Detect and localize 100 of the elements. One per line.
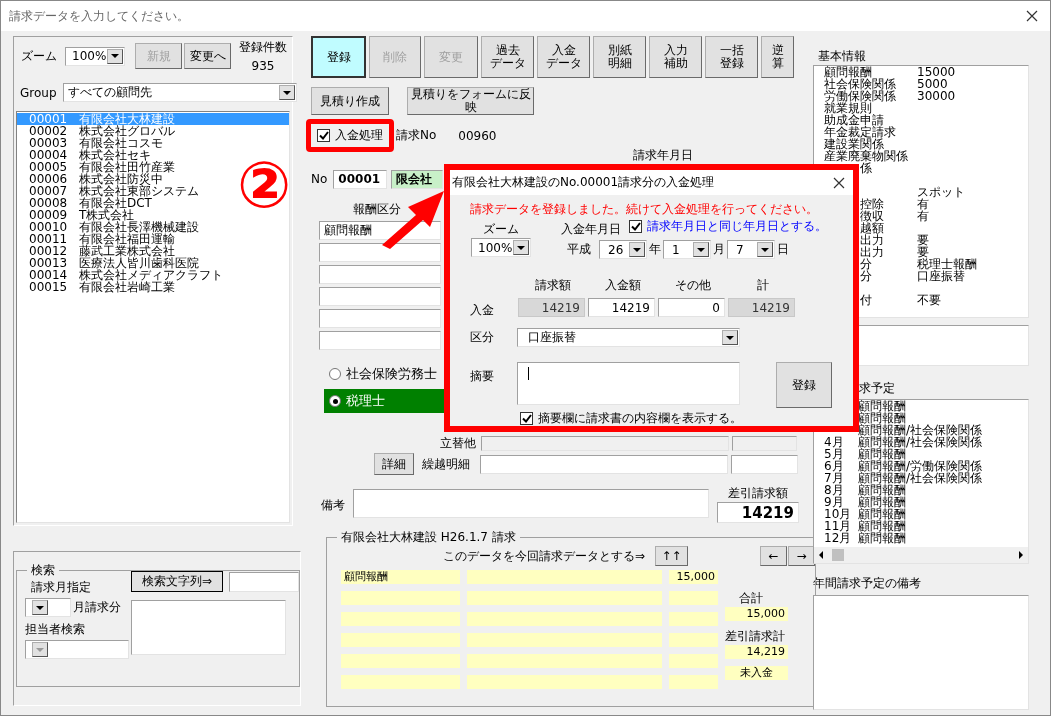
dropdown-button[interactable]	[107, 48, 123, 64]
client-row[interactable]: 00014 株式会社メディアクラフト	[17, 269, 289, 281]
close-icon[interactable]	[833, 176, 845, 189]
register-button[interactable]: 登録	[776, 362, 832, 408]
dropdown-button[interactable]	[693, 242, 709, 257]
toolbar-button[interactable]: 過去 データ	[481, 36, 534, 78]
memo-field[interactable]	[353, 489, 709, 518]
fee-field[interactable]	[319, 265, 441, 284]
fee-field[interactable]	[319, 309, 441, 328]
amount-cell	[669, 591, 718, 605]
net-label: 差引請求額	[728, 485, 788, 502]
estimate-button[interactable]: 見積り作成	[311, 87, 389, 115]
info-label: 越額	[859, 222, 885, 234]
month-select[interactable]: 1	[663, 240, 711, 259]
schedule-entry: 顧問報酬	[858, 532, 906, 544]
detail-button[interactable]: 詳細	[374, 453, 414, 475]
info-value: スポット	[917, 186, 965, 198]
client-row[interactable]: 00011 有限会社福田運輸	[17, 233, 289, 245]
count-value: 935	[251, 59, 275, 73]
column-header: その他	[674, 277, 712, 294]
info-label: 係	[860, 162, 872, 174]
dropdown-button[interactable]	[513, 240, 529, 255]
checkbox-label: 摘要欄に請求書の内容欄を表示する。	[538, 410, 742, 427]
checkbox[interactable]	[629, 220, 642, 233]
caret-icon	[36, 647, 44, 652]
schedule-entry: 顧問報酬	[858, 412, 906, 424]
fee-field[interactable]	[319, 287, 441, 306]
carryover-field[interactable]	[480, 454, 728, 474]
dialog-title: 有限会社大林建設のNo.00001請求分の入金処理	[452, 174, 715, 191]
no-label: No	[311, 172, 328, 186]
move-up-button[interactable]: ↑↑	[655, 546, 689, 566]
change-button[interactable]: 変更へ	[184, 43, 231, 69]
no-field: 00001	[333, 169, 388, 189]
info-value: 口座振替	[917, 270, 965, 282]
month-label: 4月	[824, 436, 845, 448]
month-select[interactable]	[25, 598, 71, 617]
amount-cell	[669, 675, 718, 689]
amount-field[interactable]: 14219	[588, 298, 655, 317]
caret-icon	[761, 247, 769, 252]
zoom-select[interactable]: 100%	[65, 46, 125, 66]
info-label: 年金裁定請求	[824, 126, 897, 138]
column-header: 入金額	[604, 277, 642, 294]
summary-label: 摘要	[470, 368, 495, 385]
checkbox[interactable]	[520, 412, 533, 425]
caret-icon	[726, 335, 734, 340]
toolbar-button[interactable]: 逆 算	[761, 36, 794, 78]
client-row[interactable]: 00013 医療法人皆川歯科医院	[17, 257, 289, 269]
dialog-message: 請求データを登録しました。続けて入金処理を行ってください。	[470, 202, 818, 216]
estimate-button[interactable]: 見積りをフォームに反映	[407, 87, 534, 115]
toolbar-button[interactable]: 一括 登録	[705, 36, 758, 78]
dropdown-button[interactable]	[757, 242, 773, 257]
dropdown-button[interactable]	[278, 85, 295, 100]
zoom-label: ズーム	[483, 221, 519, 238]
search-field[interactable]	[229, 571, 299, 592]
info-value: 15000	[917, 66, 956, 78]
category-select[interactable]: 口座振替	[517, 328, 740, 347]
client-row[interactable]: 00015 有限会社岩崎工業	[17, 281, 289, 293]
fee-field[interactable]	[319, 331, 441, 350]
caret-icon	[697, 247, 705, 252]
toolbar-button[interactable]: 入力 補助	[649, 36, 702, 78]
checkbox-label: 請求年月日と同じ年月日とする。	[647, 218, 827, 235]
horizontal-scrollbar[interactable]	[814, 547, 1028, 563]
schedule-entry: 顧問報酬/労働保険関係	[858, 460, 983, 472]
dropdown-button[interactable]	[722, 330, 738, 345]
amount-field: 14219	[518, 298, 585, 317]
next-button[interactable]: →	[788, 546, 816, 566]
toolbar-button[interactable]: 登録	[311, 36, 366, 78]
dropdown-button[interactable]	[32, 600, 48, 615]
amount-field[interactable]: 0	[658, 298, 725, 317]
client-row[interactable]: 00002 株式会社グロバル	[17, 125, 289, 137]
advance-field[interactable]	[481, 435, 729, 451]
year-select[interactable]: 26	[599, 240, 647, 259]
day-select[interactable]: 7	[727, 240, 775, 259]
client-row[interactable]: 00010 有限会社長澤機械建設	[17, 221, 289, 233]
qualification-radio[interactable]: 税理士	[324, 389, 444, 413]
summary-field[interactable]	[517, 362, 740, 405]
info-value: 5000	[917, 78, 948, 90]
toolbar-button[interactable]: 入金 データ	[537, 36, 590, 78]
zoom-select[interactable]: 100%	[471, 238, 531, 257]
close-icon[interactable]	[1026, 10, 1038, 22]
invoice-date-label: 請求年月日	[633, 147, 693, 164]
previous-button[interactable]: ←	[760, 546, 788, 566]
info-label: 分	[859, 270, 873, 282]
total-value: 15,000	[725, 607, 788, 621]
search-button[interactable]: 検索文字列⇒	[131, 571, 223, 592]
month-label: 12月	[824, 532, 853, 544]
carryover-amount[interactable]	[731, 454, 798, 474]
staff-select[interactable]	[25, 640, 129, 659]
toolbar-button[interactable]: 別紙 明細	[593, 36, 646, 78]
fee-field[interactable]	[319, 243, 441, 262]
info-value: 30000	[917, 90, 956, 102]
info-label: 就業規則	[824, 102, 872, 114]
client-row[interactable]: 00003 有限会社コスモ	[17, 137, 289, 149]
category-label: 区分	[470, 329, 495, 346]
dropdown-button[interactable]	[629, 242, 645, 257]
checkbox[interactable]	[317, 129, 330, 142]
item-cell: 顧問報酬	[341, 570, 460, 584]
qualification-radio[interactable]: 社会保険労務士	[324, 362, 444, 386]
client-row[interactable]: 00012 藤武工業株式会社	[17, 245, 289, 257]
group-select[interactable]: すべての顧問先	[62, 83, 297, 102]
